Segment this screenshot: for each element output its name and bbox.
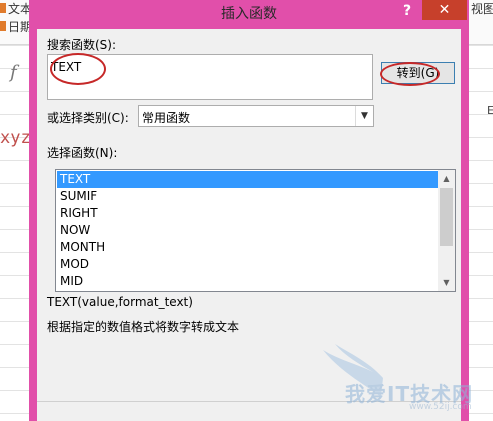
ribbon-strip-right: 视图 [469,0,493,45]
scrollbar-thumb[interactable] [440,188,453,246]
watermark-url: www.52ij.com [409,402,472,412]
category-value: 常用函数 [142,111,191,125]
list-item[interactable]: RIGHT [57,205,438,222]
search-function-label: 搜索函数(S): [47,38,117,52]
function-list-scrollbar[interactable]: ▲ ▼ [438,170,455,291]
list-item[interactable]: NOW [57,222,438,239]
text-icon [0,3,6,13]
list-item[interactable]: MONTH [57,239,438,256]
list-item[interactable]: TEXT [57,171,438,188]
function-signature: TEXT(value,format_text) [47,295,193,309]
formula-fx-icon[interactable]: f [10,62,17,83]
help-button[interactable]: ? [397,0,417,22]
category-select[interactable]: 常用函数 ▼ [138,105,374,127]
close-button[interactable]: ✕ [422,0,467,20]
list-item[interactable]: SUMIF [57,188,438,205]
watermark-logo: 我爱IT技术网 www.52ij.com [321,342,493,412]
annotation-circle-search [50,53,106,85]
list-item[interactable]: MID [57,273,438,290]
annotation-circle-goto [380,62,440,86]
function-list[interactable]: TEXT SUMIF RIGHT NOW MONTH MOD MID ▲ ▼ [55,169,456,292]
dialog-titlebar[interactable]: 插入函数 ? ✕ [29,0,469,28]
column-header-e[interactable]: E [487,104,493,117]
scroll-down-icon[interactable]: ▼ [438,274,455,291]
chevron-down-icon[interactable]: ▼ [355,106,373,126]
list-item[interactable]: MOD [57,256,438,273]
close-icon: ✕ [438,2,451,18]
ribbon-item-view[interactable]: 视图 [471,0,493,17]
insert-function-dialog: 插入函数 ? ✕ 搜索函数(S): TEXT 转到(G) 或选择类别(C): 常… [29,0,472,421]
category-label: 或选择类别(C): [47,111,129,125]
function-description: 根据指定的数值格式将数字转成文本 [47,320,240,334]
date-icon [0,21,6,31]
function-list-label: 选择函数(N): [47,146,118,160]
cell-value[interactable]: xyz [0,128,31,148]
scroll-up-icon[interactable]: ▲ [438,170,455,187]
